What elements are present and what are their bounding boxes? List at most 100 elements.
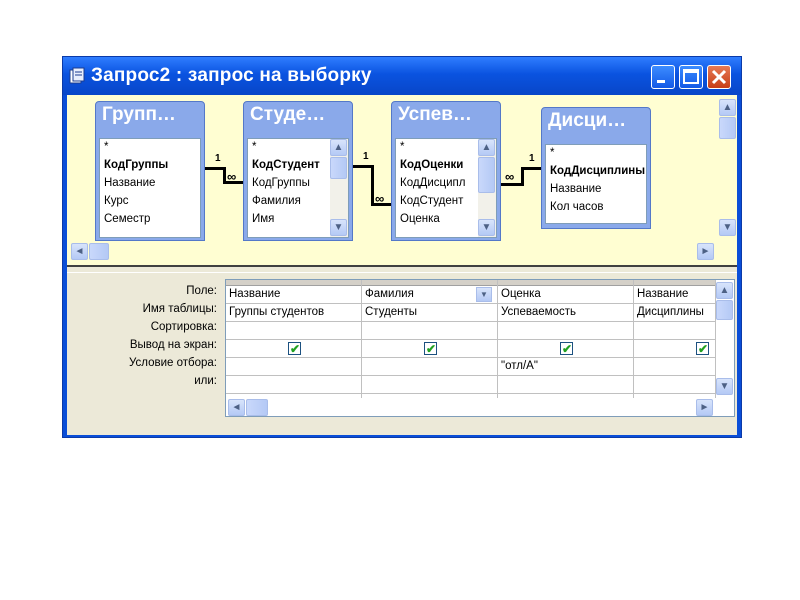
table-box-grades[interactable]: Успев… * КодОценки КодДисципл КодСтудент… [391, 101, 501, 241]
field-item-key[interactable]: КодОценки [400, 159, 463, 171]
query-grid[interactable]: Название Группы студентов ✔ Фамилия ▼ Ст… [225, 279, 735, 417]
scroll-down-button[interactable]: ▼ [478, 219, 495, 236]
grid-cell-show: ✔ [362, 340, 497, 358]
scroll-thumb[interactable] [330, 157, 347, 179]
chevron-up-icon: ▲ [722, 102, 733, 113]
title-bar[interactable]: Запрос2 : запрос на выборку [63, 57, 741, 95]
grid-cell-table[interactable]: Студенты [362, 304, 497, 322]
field-item[interactable]: КодДисципл [400, 177, 465, 189]
grid-column[interactable]: Название Группы студентов ✔ [226, 280, 362, 398]
grid-cell-criteria[interactable] [634, 358, 715, 376]
grid-cell-field[interactable]: Название [226, 286, 361, 304]
field-item[interactable]: * [400, 141, 404, 153]
grid-column[interactable]: Оценка Успеваемость ✔ "отл/А" [498, 280, 634, 398]
field-item[interactable]: Название [550, 183, 601, 195]
field-item[interactable]: Кол часов [550, 201, 604, 213]
field-item[interactable]: * [550, 147, 554, 159]
design-scroll-up-button[interactable]: ▲ [719, 99, 736, 116]
chevron-down-icon: ▼ [481, 222, 492, 233]
show-checkbox[interactable]: ✔ [560, 342, 573, 356]
design-vscroll-thumb[interactable] [719, 117, 736, 139]
grid-cell-sort[interactable] [498, 322, 633, 340]
grid-column[interactable]: Название Дисциплины ✔ [634, 280, 716, 398]
grid-cell-or[interactable] [362, 376, 497, 394]
grid-cell-table[interactable]: Успеваемость [498, 304, 633, 322]
field-item[interactable]: Фамилия [252, 195, 301, 207]
grid-hscroll-thumb[interactable] [246, 399, 268, 416]
design-hscroll-thumb[interactable] [89, 243, 109, 260]
grid-cell-field[interactable]: Оценка [498, 286, 633, 304]
field-list[interactable]: * КодСтудент КодГруппы Фамилия Имя ▲ ▼ [247, 138, 349, 238]
field-item-key[interactable]: КодСтудент [252, 159, 320, 171]
grid-cell-or[interactable] [498, 376, 633, 394]
field-item[interactable]: Семестр [104, 213, 150, 225]
field-item[interactable]: КодГруппы [252, 177, 310, 189]
scroll-up-button[interactable]: ▲ [330, 139, 347, 156]
grid-cell-criteria[interactable] [362, 358, 497, 376]
grid-cell-sort[interactable] [634, 322, 715, 340]
grid-cell-table[interactable]: Дисциплины [634, 304, 715, 322]
checkmark-icon: ✔ [290, 342, 301, 356]
grid-cell-criteria[interactable]: "отл/А" [498, 358, 633, 376]
field-item-key[interactable]: КодДисциплины [550, 165, 645, 177]
show-checkbox[interactable]: ✔ [288, 342, 301, 356]
minimize-icon [657, 80, 665, 83]
grid-cell-or[interactable] [634, 376, 715, 394]
design-scroll-right-button[interactable]: ► [697, 243, 714, 260]
field-list-scrollbar[interactable]: ▲ ▼ [478, 139, 496, 237]
field-item[interactable]: Курс [104, 195, 128, 207]
grid-cell-sort[interactable] [226, 322, 361, 340]
grid-cell-criteria[interactable] [226, 358, 361, 376]
grid-scroll-right-button[interactable]: ► [696, 399, 713, 416]
field-list[interactable]: * КодОценки КодДисципл КодСтудент Оценка… [395, 138, 497, 238]
grid-cell-field[interactable]: Название [634, 286, 715, 304]
field-list[interactable]: * КодГруппы Название Курс Семестр [99, 138, 201, 238]
show-checkbox[interactable]: ✔ [424, 342, 437, 356]
table-box-disciplines[interactable]: Дисци… * КодДисциплины Название Кол часо… [541, 107, 651, 229]
row-label-show: Вывод на экран: [129, 339, 217, 351]
grid-scroll-left-button[interactable]: ◄ [228, 399, 245, 416]
close-button[interactable] [707, 65, 731, 89]
field-item[interactable]: * [104, 141, 108, 153]
relation-one-label: 1 [363, 151, 369, 162]
grid-cell-show: ✔ [498, 340, 633, 358]
relation-line[interactable] [371, 165, 374, 205]
chevron-left-icon: ◄ [231, 402, 242, 413]
field-item[interactable]: Оценка [400, 213, 440, 225]
design-scroll-down-button[interactable]: ▼ [719, 219, 736, 236]
relation-line[interactable] [205, 167, 225, 170]
relation-one-label: 1 [529, 153, 535, 164]
field-item[interactable]: КодСтудент [400, 195, 463, 207]
show-checkbox[interactable]: ✔ [696, 342, 709, 356]
grid-column[interactable]: Фамилия ▼ Студенты ✔ [362, 280, 498, 398]
grid-cell-table[interactable]: Группы студентов [226, 304, 361, 322]
minimize-button[interactable] [651, 65, 675, 89]
table-box-students[interactable]: Студе… * КодСтудент КодГруппы Фамилия Им… [243, 101, 353, 241]
scroll-down-button[interactable]: ▼ [330, 219, 347, 236]
maximize-button[interactable] [679, 65, 703, 89]
chevron-right-icon: ► [699, 402, 710, 413]
field-item[interactable]: * [252, 141, 256, 153]
field-dropdown-button[interactable]: ▼ [476, 287, 492, 302]
chevron-up-icon: ▲ [481, 142, 492, 153]
grid-cell-sort[interactable] [362, 322, 497, 340]
field-item[interactable]: Название [104, 177, 155, 189]
relation-line[interactable] [521, 167, 541, 170]
row-label-criteria: Условие отбора: [128, 357, 217, 369]
scroll-thumb[interactable] [478, 157, 495, 193]
table-box-groups[interactable]: Групп… * КодГруппы Название Курс Семестр [95, 101, 205, 241]
grid-scroll-down-button[interactable]: ▼ [716, 378, 733, 395]
grid-scroll-up-button[interactable]: ▲ [716, 282, 733, 299]
relation-many-label: ∞ [375, 191, 385, 206]
grid-cell-or[interactable] [226, 376, 361, 394]
field-list-scrollbar[interactable]: ▲ ▼ [330, 139, 348, 237]
grid-vscroll-thumb[interactable] [716, 300, 733, 320]
field-list[interactable]: * КодДисциплины Название Кол часов [545, 144, 647, 224]
field-item-key[interactable]: КодГруппы [104, 159, 168, 171]
scroll-up-button[interactable]: ▲ [478, 139, 495, 156]
design-scroll-left-button[interactable]: ◄ [71, 243, 88, 260]
row-label-table: Имя таблицы: [142, 303, 217, 315]
pane-splitter[interactable] [67, 265, 737, 273]
field-item[interactable]: Имя [252, 213, 274, 225]
relation-line[interactable] [353, 165, 373, 168]
